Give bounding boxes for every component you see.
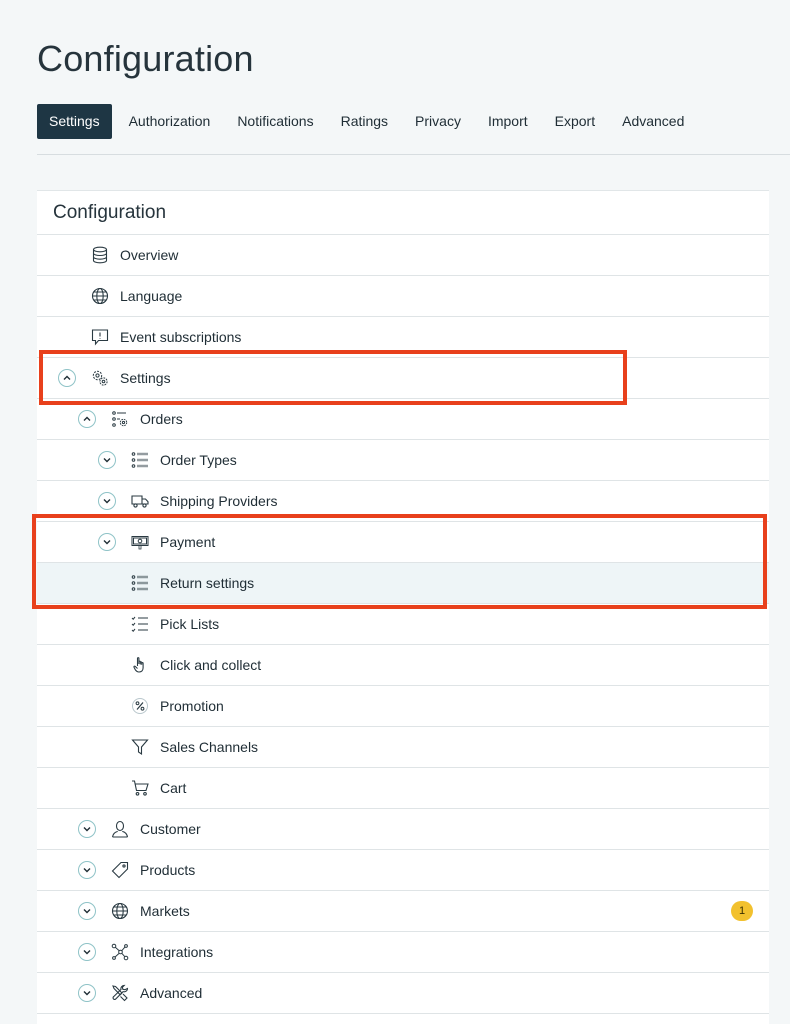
panel-title: Configuration	[37, 191, 769, 235]
tab-ratings[interactable]: Ratings	[328, 104, 401, 139]
menu-item-pick-lists[interactable]: Pick Lists	[37, 604, 769, 645]
menu-item-sales-channels[interactable]: Sales Channels	[37, 727, 769, 768]
list-icon	[131, 574, 149, 592]
page-title: Configuration	[37, 38, 254, 79]
menu-item-label: Pick Lists	[160, 616, 220, 632]
menu-item-label: Event subscriptions	[120, 329, 242, 345]
menu-item-label: Order Types	[160, 452, 237, 468]
checklist-icon	[131, 615, 149, 633]
menu-item-orders[interactable]: Orders	[37, 399, 769, 440]
funnel-icon	[131, 738, 149, 756]
chevron-down-icon[interactable]	[78, 861, 96, 879]
menu-item-overview[interactable]: Overview	[37, 235, 769, 276]
notification-badge: 1	[731, 901, 753, 921]
menu-item-shipping-providers[interactable]: Shipping Providers	[37, 481, 769, 522]
chevron-down-icon[interactable]	[78, 902, 96, 920]
menu-item-label: Payment	[160, 534, 216, 550]
banknote-icon	[131, 533, 149, 551]
menu-item-customer[interactable]: Customer	[37, 809, 769, 850]
percent-icon	[131, 697, 149, 715]
menu-item-cart[interactable]: Cart	[37, 768, 769, 809]
globe-icon	[111, 902, 129, 920]
menu-item-order-types[interactable]: Order Types	[37, 440, 769, 481]
tab-advanced[interactable]: Advanced	[609, 104, 697, 139]
chevron-down-icon[interactable]	[78, 820, 96, 838]
menu-item-language[interactable]: Language	[37, 276, 769, 317]
chevron-down-icon[interactable]	[98, 533, 116, 551]
menu-item-label: Click and collect	[160, 657, 262, 673]
menu-item-settings[interactable]: Settings	[37, 358, 769, 399]
menu-item-label: Language	[120, 288, 183, 304]
menu-item-markets[interactable]: Markets 1	[37, 891, 769, 932]
menu-item-payment[interactable]: Payment	[37, 522, 769, 563]
cart-icon	[131, 779, 149, 797]
menu-item-label: Return settings	[160, 575, 255, 591]
pointer-hand-icon	[131, 656, 149, 674]
person-icon	[111, 820, 129, 838]
menu-item-label: Overview	[120, 247, 179, 263]
network-icon	[111, 943, 129, 961]
chevron-up-icon[interactable]	[58, 369, 76, 387]
menu-item-label: Integrations	[140, 944, 214, 960]
menu-item-label: Products	[140, 862, 196, 878]
menu-item-label: Promotion	[160, 698, 224, 714]
orders-list-gear-icon	[111, 410, 129, 428]
tools-icon	[111, 984, 129, 1002]
chevron-down-icon[interactable]	[78, 943, 96, 961]
tabs-divider	[37, 154, 790, 155]
menu-item-products[interactable]: Products	[37, 850, 769, 891]
tag-icon	[111, 861, 129, 879]
tab-import[interactable]: Import	[475, 104, 541, 139]
menu-item-click-and-collect[interactable]: Click and collect	[37, 645, 769, 686]
database-icon	[91, 246, 109, 264]
menu-item-advanced[interactable]: Advanced	[37, 973, 769, 1014]
tab-notifications[interactable]: Notifications	[224, 104, 326, 139]
globe-icon	[91, 287, 109, 305]
tab-authorization[interactable]: Authorization	[116, 104, 224, 139]
configuration-panel: Configuration Overview Language Event su…	[37, 190, 769, 1024]
tab-privacy[interactable]: Privacy	[402, 104, 474, 139]
tab-settings[interactable]: Settings	[37, 104, 112, 139]
chevron-up-icon[interactable]	[78, 410, 96, 428]
list-icon	[131, 451, 149, 469]
menu-item-label: Customer	[140, 821, 201, 837]
tab-bar: Settings Authorization Notifications Rat…	[37, 104, 698, 139]
menu-item-label: Sales Channels	[160, 739, 259, 755]
truck-icon	[131, 492, 149, 510]
menu-item-label: Markets	[140, 903, 190, 919]
menu-item-label: Cart	[160, 780, 187, 796]
chevron-down-icon[interactable]	[78, 984, 96, 1002]
tab-export[interactable]: Export	[542, 104, 608, 139]
chevron-down-icon[interactable]	[98, 451, 116, 469]
menu-item-event-subscriptions[interactable]: Event subscriptions	[37, 317, 769, 358]
menu-item-label: Orders	[140, 411, 183, 427]
menu-item-promotion[interactable]: Promotion	[37, 686, 769, 727]
chevron-down-icon[interactable]	[98, 492, 116, 510]
menu-item-return-settings[interactable]: Return settings	[37, 563, 769, 604]
speech-bubble-icon	[91, 328, 109, 346]
menu-item-label: Advanced	[140, 985, 203, 1001]
menu-item-label: Settings	[120, 370, 171, 386]
menu-item-label: Shipping Providers	[160, 493, 278, 509]
gears-icon	[91, 369, 109, 387]
menu-item-integrations[interactable]: Integrations	[37, 932, 769, 973]
